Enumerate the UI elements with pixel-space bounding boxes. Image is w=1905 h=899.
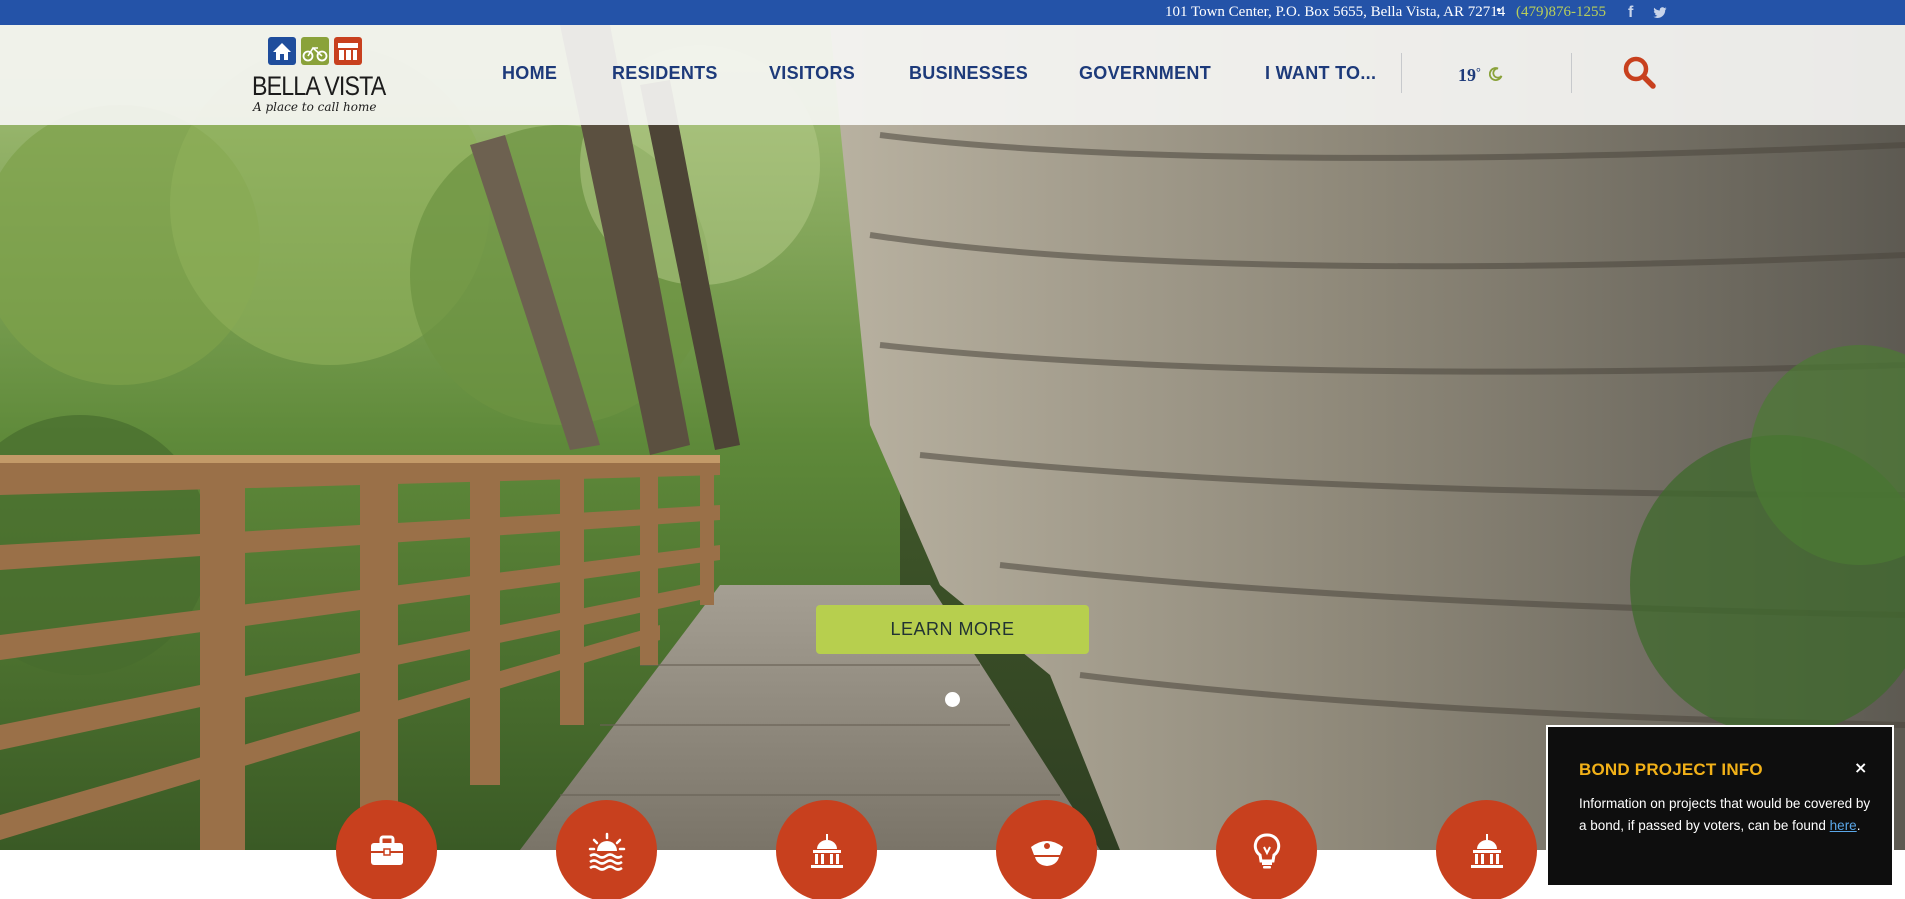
lightbulb-icon <box>1253 833 1280 868</box>
quick-link-capitol-2[interactable] <box>1436 800 1537 899</box>
slide-pager-dot[interactable] <box>945 692 960 707</box>
divider <box>1401 53 1402 93</box>
bond-info-popup: BOND PROJECT INFO × Information on proje… <box>1546 725 1894 887</box>
capitol-building-icon <box>1470 833 1503 868</box>
popup-title: BOND PROJECT INFO <box>1579 760 1763 779</box>
nav-item-businesses[interactable]: BUSINESSES <box>909 63 1028 84</box>
logo-name: BELLA VISTA <box>252 71 386 101</box>
nav-item-visitors[interactable]: VISITORS <box>769 63 855 84</box>
nav-item-residents[interactable]: RESIDENTS <box>612 63 718 84</box>
quick-link-capitol[interactable] <box>776 800 877 899</box>
temperature-value: 19 <box>1458 65 1476 85</box>
divider <box>1571 53 1572 93</box>
search-icon[interactable] <box>1622 55 1656 89</box>
nav-item-home[interactable]: HOME <box>502 63 557 84</box>
police-cap-icon <box>1030 840 1063 866</box>
temperature-unit: ° <box>1476 65 1481 79</box>
quick-link-sunset[interactable] <box>556 800 657 899</box>
close-icon[interactable]: × <box>1854 758 1867 777</box>
weather-widget: 19° <box>1458 65 1481 86</box>
moon-icon <box>1489 67 1503 81</box>
popup-body: Information on projects that would be co… <box>1579 796 1871 833</box>
learn-more-button[interactable]: LEARN MORE <box>816 605 1089 654</box>
sunset-water-icon <box>588 832 625 871</box>
phone-link[interactable]: (479)876-1255 <box>1516 4 1606 21</box>
quick-link-ideas[interactable] <box>1216 800 1317 899</box>
twitter-icon[interactable] <box>1652 7 1668 19</box>
nav-item-i-want-to[interactable]: I WANT TO... <box>1265 63 1376 84</box>
popup-period: . <box>1856 818 1861 833</box>
quick-link-briefcase[interactable] <box>336 800 437 899</box>
facebook-icon[interactable]: f <box>1628 4 1633 22</box>
separator-dot: • <box>1496 3 1502 19</box>
site-logo[interactable]: BELLA VISTA A place to call home <box>250 33 386 117</box>
top-utility-bar: 101 Town Center, P.O. Box 5655, Bella Vi… <box>0 0 1905 25</box>
capitol-building-icon <box>810 833 843 868</box>
logo-tiles <box>268 37 362 65</box>
popup-text: Information on projects that would be co… <box>1579 793 1879 837</box>
page: 101 Town Center, P.O. Box 5655, Bella Vi… <box>0 0 1905 899</box>
address-text: 101 Town Center, P.O. Box 5655, Bella Vi… <box>1165 4 1506 20</box>
briefcase-icon <box>370 835 403 865</box>
quick-link-police[interactable] <box>996 800 1097 899</box>
site-header: BELLA VISTA A place to call home HOME RE… <box>0 25 1905 125</box>
nav-item-government[interactable]: GOVERNMENT <box>1079 63 1211 84</box>
popup-here-link[interactable]: here <box>1830 818 1857 833</box>
logo-tagline: A place to call home <box>253 100 377 114</box>
bicycle-icon <box>301 37 329 65</box>
